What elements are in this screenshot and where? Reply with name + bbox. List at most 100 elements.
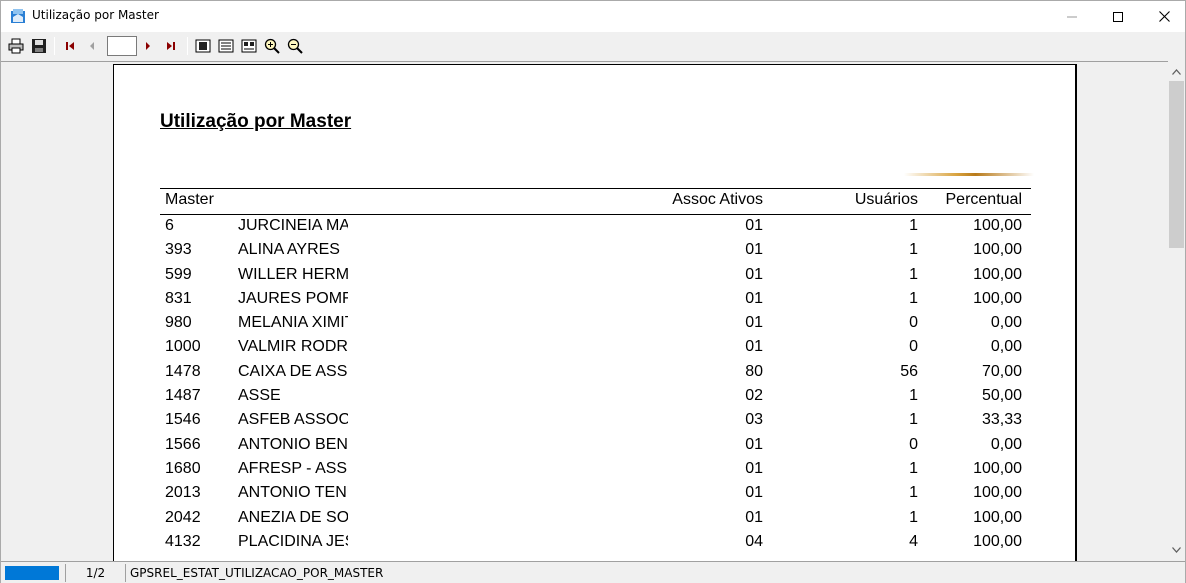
zoom-in-icon: [264, 38, 280, 54]
cell-master: 1000: [165, 338, 201, 356]
cell-users: 56: [900, 362, 918, 380]
cell-percent: 0,00: [990, 435, 1022, 453]
table-row: 1478 CAIXA DE ASS 80 56 70,00: [160, 361, 1031, 385]
cell-percent: 50,00: [981, 387, 1022, 405]
table-row: 1546 ASFEB ASSOC 03 1 33,33: [160, 409, 1031, 433]
cell-users: 0: [909, 338, 918, 356]
cell-assoc: 04: [745, 532, 763, 550]
cell-master: 1546: [165, 411, 201, 429]
report-table: Master Assoc Ativos Usuários Percentual …: [160, 188, 1031, 555]
cell-assoc: 80: [745, 362, 763, 380]
status-bar: 1/2 GPSREL_ESTAT_UTILIZACAO_POR_MASTER: [1, 561, 1185, 583]
cell-assoc: 01: [745, 459, 763, 477]
whole-page-button[interactable]: [216, 36, 236, 56]
cell-master: 1566: [165, 435, 201, 453]
table-row: 599 WILLER HERM 01 1 100,00: [160, 264, 1031, 288]
cell-name: AFRESP - ASS: [238, 459, 348, 477]
cell-users: 1: [909, 508, 918, 526]
cell-percent: 100,00: [973, 484, 1022, 502]
cell-users: 1: [909, 411, 918, 429]
page-width-button[interactable]: [193, 36, 213, 56]
close-button[interactable]: [1141, 1, 1186, 32]
cell-name: VALMIR RODR: [238, 338, 348, 356]
table-row: 393 ALINA AYRES 01 1 100,00: [160, 239, 1031, 263]
cell-master: 1478: [165, 362, 201, 380]
toolbar-separator: [54, 37, 55, 55]
cell-master: 831: [165, 289, 192, 307]
previous-page-button[interactable]: [82, 36, 102, 56]
cell-users: 1: [909, 484, 918, 502]
cell-assoc: 01: [745, 289, 763, 307]
scroll-down-button[interactable]: [1168, 541, 1185, 558]
cell-percent: 100,00: [973, 265, 1022, 283]
column-header-percent: Percentual: [945, 191, 1023, 208]
close-icon: [1158, 11, 1170, 22]
status-page-indicator: 1/2: [65, 564, 125, 582]
cell-name: PLACIDINA JES: [238, 532, 348, 550]
progress-bar: [5, 566, 59, 580]
next-page-button[interactable]: [138, 36, 158, 56]
cell-name: ANTONIO TENU: [238, 484, 348, 502]
maximize-button[interactable]: [1095, 1, 1141, 32]
print-button[interactable]: [6, 36, 26, 56]
cell-assoc: 01: [745, 338, 763, 356]
cell-master: 393: [165, 241, 192, 259]
cell-name: ASSE: [238, 387, 281, 405]
cell-name: ASFEB ASSOC: [238, 411, 348, 429]
save-button[interactable]: [29, 36, 49, 56]
cell-assoc: 01: [745, 314, 763, 332]
cell-users: 4: [909, 532, 918, 550]
cell-name: ANEZIA DE SO: [238, 508, 348, 526]
table-row: 1000 VALMIR RODR 01 0 0,00: [160, 336, 1031, 360]
cell-users: 0: [909, 435, 918, 453]
multiple-pages-button[interactable]: [239, 36, 259, 56]
cell-users: 1: [909, 241, 918, 259]
report-preview-area[interactable]: Utilização por Master Master Assoc Ativo…: [1, 61, 1168, 561]
cell-assoc: 01: [745, 508, 763, 526]
cell-name: ANTONIO BENI: [238, 435, 348, 453]
column-header-master: Master: [165, 191, 214, 208]
page-number-input[interactable]: [107, 36, 137, 56]
cell-master: 6: [165, 217, 174, 234]
vertical-scrollbar[interactable]: [1168, 61, 1185, 561]
cell-assoc: 01: [745, 265, 763, 283]
whole-page-icon: [218, 39, 234, 53]
scroll-thumb[interactable]: [1169, 81, 1184, 248]
zoom-out-button[interactable]: [285, 36, 305, 56]
cell-master: 1487: [165, 387, 201, 405]
cell-assoc: 01: [745, 435, 763, 453]
last-page-button[interactable]: [161, 36, 181, 56]
status-report-name: GPSREL_ESTAT_UTILIZACAO_POR_MASTER: [125, 564, 525, 582]
cell-users: 1: [909, 217, 918, 234]
zoom-in-button[interactable]: [262, 36, 282, 56]
first-page-button[interactable]: [60, 36, 80, 56]
minimize-button[interactable]: [1049, 1, 1095, 32]
table-row: 6 JURCINEIA MA 01 1 100,00: [160, 215, 1031, 239]
cell-master: 4132: [165, 532, 201, 550]
table-row: 1680 AFRESP - ASS 01 1 100,00: [160, 458, 1031, 482]
next-page-icon: [146, 42, 150, 50]
cell-name: WILLER HERM: [238, 265, 348, 283]
cell-users: 0: [909, 314, 918, 332]
zoom-out-icon: [287, 38, 303, 54]
cell-name: ALINA AYRES: [238, 241, 340, 259]
cell-name: JAURES POMF: [238, 289, 348, 307]
cell-master: 599: [165, 265, 192, 283]
table-row: 2042 ANEZIA DE SO 01 1 100,00: [160, 507, 1031, 531]
title-bar[interactable]: Utilização por Master: [1, 1, 1185, 32]
report-page: Utilização por Master Master Assoc Ativo…: [113, 64, 1077, 561]
table-header: Master Assoc Ativos Usuários Percentual: [160, 188, 1031, 215]
scroll-up-button[interactable]: [1168, 63, 1185, 80]
logo-decoration: [904, 173, 1034, 176]
column-header-users: Usuários: [854, 191, 918, 208]
previous-page-icon: [90, 42, 94, 50]
cell-percent: 100,00: [973, 289, 1022, 307]
cell-master: 980: [165, 314, 192, 332]
cell-assoc: 02: [745, 387, 763, 405]
first-page-icon: [66, 42, 74, 50]
cell-users: 1: [909, 459, 918, 477]
multiple-pages-icon: [241, 39, 257, 53]
app-icon: [10, 8, 26, 24]
cell-percent: 100,00: [973, 459, 1022, 477]
chevron-down-icon: [1172, 546, 1181, 553]
